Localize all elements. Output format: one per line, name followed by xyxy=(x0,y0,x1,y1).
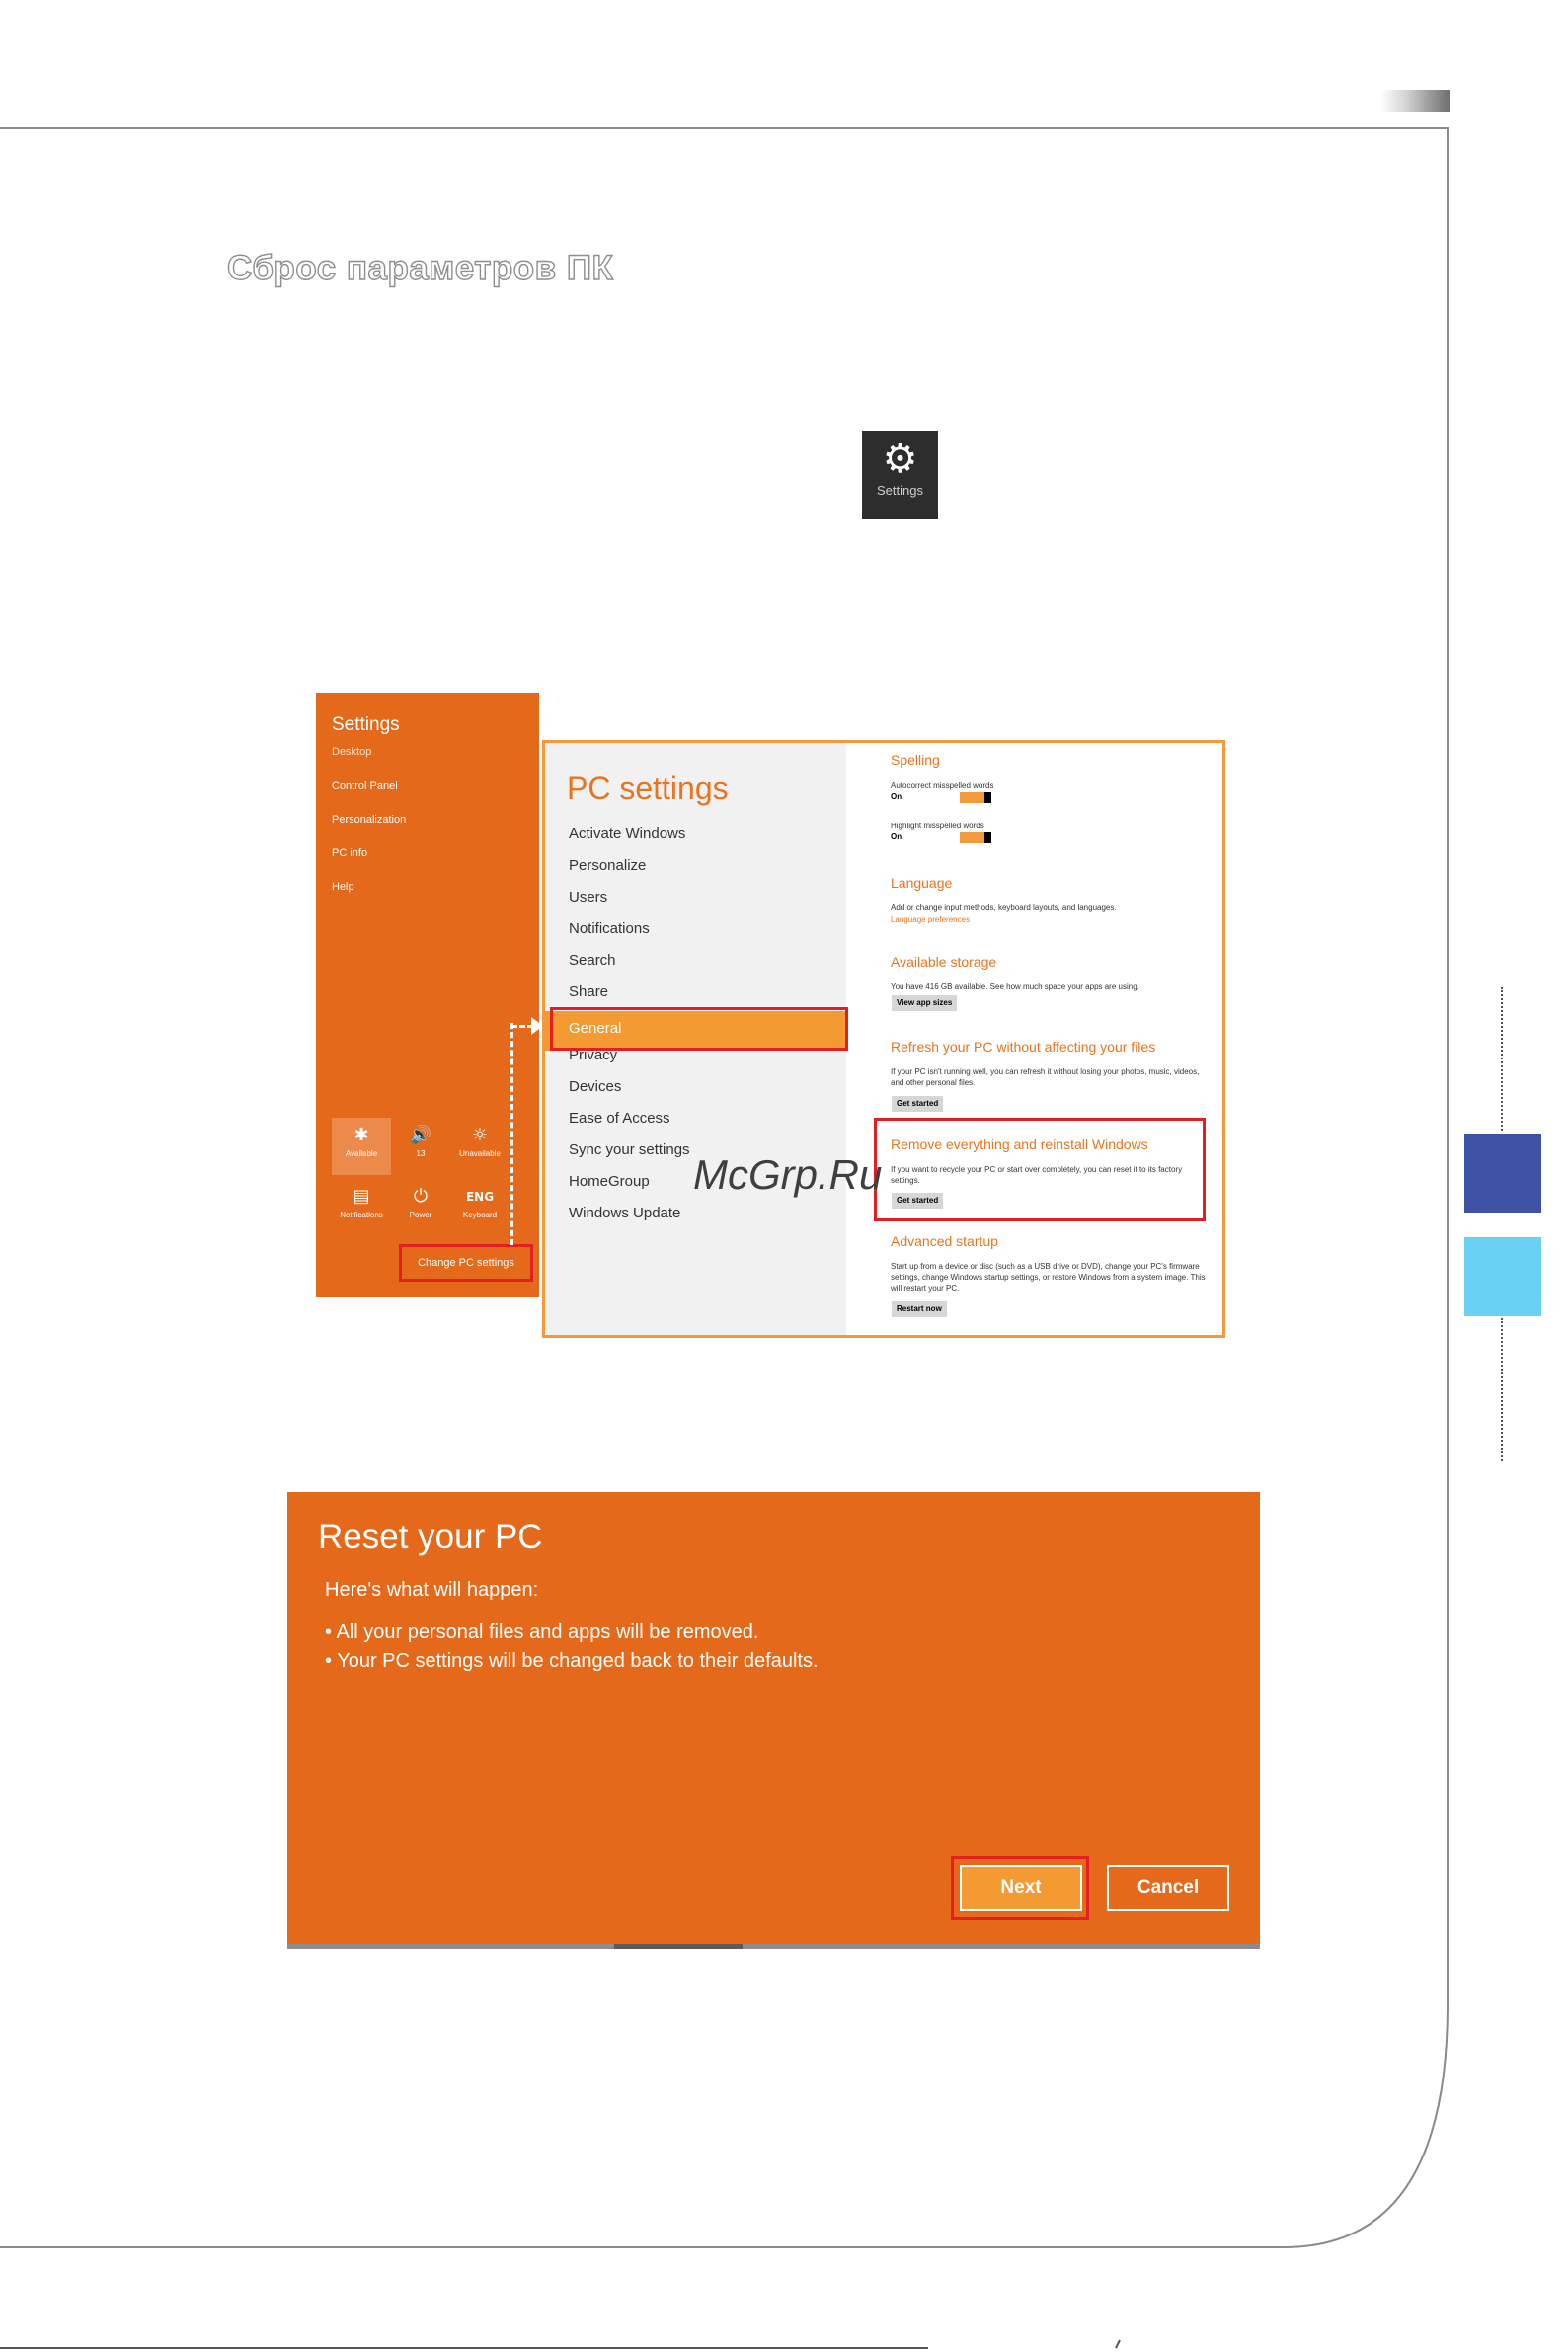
autocorrect-label: Autocorrect misspelled words xyxy=(891,781,994,790)
settings-charm-tile[interactable]: ⚙ Settings xyxy=(862,431,938,519)
reset-pc-dialog: Reset your PC Here's what will happen: •… xyxy=(287,1492,1260,1949)
spelling-heading: Spelling xyxy=(891,752,940,768)
nav-search[interactable]: Search xyxy=(569,952,616,969)
brightness-label: Unavailable xyxy=(459,1149,501,1158)
connector-dashed-vertical xyxy=(510,1023,513,1245)
nav-users[interactable]: Users xyxy=(569,889,607,905)
refresh-get-started-button[interactable]: Get started xyxy=(892,1096,944,1112)
language-heading: Language xyxy=(891,875,953,891)
refresh-heading: Refresh your PC without affecting your f… xyxy=(891,1039,1156,1055)
power-label: Power xyxy=(409,1211,432,1219)
connector-dashed-horizontal xyxy=(511,1025,533,1028)
pc-settings-window: PC settings Activate Windows Personalize… xyxy=(542,740,1225,1338)
charm-item-control-panel[interactable]: Control Panel xyxy=(332,780,398,792)
section-title: Сброс параметров ПК xyxy=(226,248,614,287)
storage-heading: Available storage xyxy=(891,954,997,970)
nav-homegroup[interactable]: HomeGroup xyxy=(569,1173,650,1190)
volume-label: 13 xyxy=(416,1149,426,1158)
speaker-icon: 🔊 xyxy=(409,1125,432,1145)
side-dotted-line-top xyxy=(1501,987,1503,1131)
storage-text: You have 416 GB available. See how much … xyxy=(891,982,1139,991)
nav-sync-settings[interactable]: Sync your settings xyxy=(569,1141,690,1158)
network-quick-icon[interactable]: ✱ Available xyxy=(332,1118,391,1175)
nav-notifications[interactable]: Notifications xyxy=(569,920,650,937)
page-corner-tab xyxy=(1380,90,1450,112)
settings-tile-label: Settings xyxy=(877,483,923,498)
watermark-text: McGrp.Ru xyxy=(693,1151,883,1198)
notification-icon: ▤ xyxy=(353,1186,370,1207)
page-frame-top-line xyxy=(0,127,1448,129)
language-text: Add or change input methods, keyboard la… xyxy=(891,903,1117,912)
reset-title: Reset your PC xyxy=(318,1518,543,1556)
view-app-sizes-button[interactable]: View app sizes xyxy=(892,995,958,1011)
keyboard-label: Keyboard xyxy=(462,1211,498,1219)
next-button[interactable]: Next xyxy=(960,1865,1082,1911)
refresh-text: If your PC isn't running well, you can r… xyxy=(891,1067,1200,1087)
volume-quick-icon[interactable]: 🔊 13 xyxy=(391,1124,450,1158)
reset-subtitle: Here's what will happen: xyxy=(325,1579,539,1601)
power-quick-icon[interactable]: ⏻ Power xyxy=(391,1185,450,1219)
dialog-bottom-bar xyxy=(287,1944,1260,1949)
language-preferences-link[interactable]: Language preferences xyxy=(891,915,970,924)
cancel-button[interactable]: Cancel xyxy=(1107,1865,1229,1911)
dialog-bottom-bar-segment xyxy=(614,1944,743,1949)
remove-highlight-box xyxy=(874,1118,1206,1221)
change-pc-settings-button[interactable]: Change PC settings xyxy=(399,1244,533,1282)
reset-bullet-settings: • Your PC settings will be changed back … xyxy=(325,1650,819,1672)
autocorrect-value: On xyxy=(891,792,902,801)
power-icon: ⏻ xyxy=(413,1186,429,1207)
nav-ease-of-access[interactable]: Ease of Access xyxy=(569,1110,670,1127)
side-tab-cyan xyxy=(1464,1237,1541,1316)
general-highlight-box xyxy=(550,1007,848,1051)
advanced-text: Start up from a device or disc (such as … xyxy=(891,1262,1206,1293)
reset-bullet-files: • All your personal files and apps will … xyxy=(325,1621,759,1643)
notifications-quick-icon[interactable]: ▤ Notifications xyxy=(332,1185,391,1219)
brightness-quick-icon[interactable]: ☼ Unavailable xyxy=(450,1124,510,1158)
charm-item-pc-info[interactable]: PC info xyxy=(332,847,367,859)
nav-windows-update[interactable]: Windows Update xyxy=(569,1205,680,1221)
charm-item-personalization[interactable]: Personalization xyxy=(332,814,406,825)
highlight-value: On xyxy=(891,832,902,841)
side-dotted-line-bottom xyxy=(1501,1318,1503,1461)
charm-item-desktop[interactable]: Desktop xyxy=(332,746,371,758)
autocorrect-toggle[interactable] xyxy=(960,792,991,803)
keyboard-quick-icon[interactable]: ENG Keyboard xyxy=(450,1185,510,1219)
sun-icon: ☼ xyxy=(471,1125,489,1145)
highlight-label: Highlight misspelled words xyxy=(891,822,984,830)
notifications-label: Notifications xyxy=(340,1211,383,1219)
keyboard-lang-label: ENG xyxy=(465,1190,495,1204)
gear-icon: ⚙ xyxy=(882,436,918,482)
wifi-icon: ✱ xyxy=(353,1125,369,1145)
pc-settings-title: PC settings xyxy=(567,770,729,806)
side-tab-blue xyxy=(1464,1134,1541,1213)
nav-share[interactable]: Share xyxy=(569,983,608,1000)
highlight-toggle[interactable] xyxy=(960,832,991,843)
restart-now-button[interactable]: Restart now xyxy=(892,1301,947,1317)
nav-activate-windows[interactable]: Activate Windows xyxy=(569,825,685,842)
nav-devices[interactable]: Devices xyxy=(569,1078,621,1095)
settings-charm-panel: Settings Desktop Control Panel Personali… xyxy=(316,693,539,1297)
charm-item-help[interactable]: Help xyxy=(332,881,354,893)
advanced-heading: Advanced startup xyxy=(891,1233,998,1249)
network-label: Available xyxy=(345,1149,378,1158)
charm-title: Settings xyxy=(332,714,400,735)
nav-personalize[interactable]: Personalize xyxy=(569,857,646,874)
